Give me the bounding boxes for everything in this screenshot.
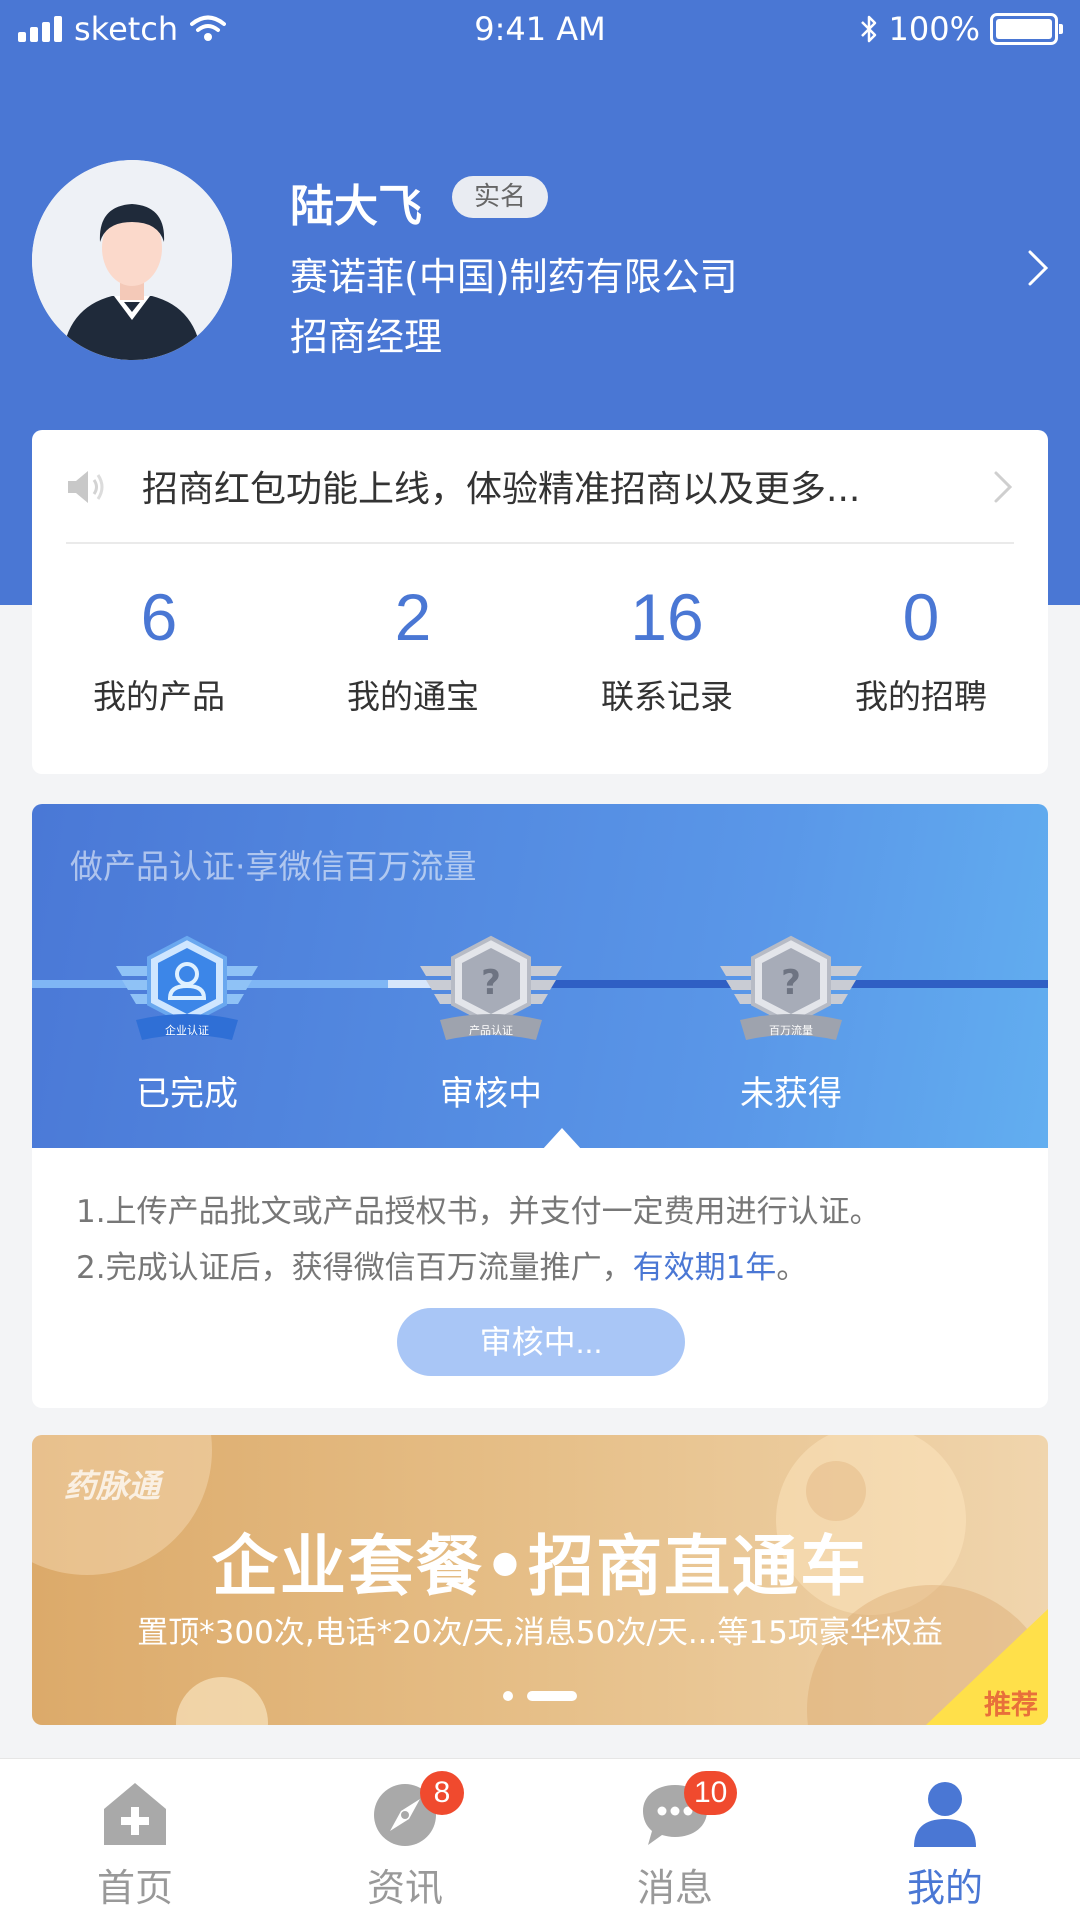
product-certification-badge-icon[interactable]: ? 产品认证 (416, 934, 566, 1054)
profile-job-title: 招商经理 (290, 315, 443, 359)
certification-headline: 做产品认证·享微信百万流量 (70, 847, 477, 886)
bottom-tab-bar: 首页 8 资讯 10 消息 我的 (0, 1758, 1080, 1920)
certification-card: 做产品认证·享微信百万流量 企业认证 已完成 ? 产品认证 审核中 ? 百万流量… (32, 804, 1048, 1408)
validity-highlight: 有效期1年 (632, 1250, 777, 1286)
stat-label: 我的招聘 (855, 677, 987, 716)
tab-label: 我的 (906, 1866, 983, 1910)
tab-messages[interactable]: 10 消息 (540, 1759, 810, 1920)
stat-my-products[interactable]: 6 我的产品 (32, 580, 286, 718)
stat-value: 6 (140, 580, 178, 654)
chevron-right-icon (994, 471, 1013, 503)
under-review-button[interactable]: 审核中... (397, 1308, 685, 1376)
promo-banner[interactable]: 药脉通 企业套餐•招商直通车 置顶*300次,电话*20次/天,消息50次/天.… (32, 1435, 1048, 1725)
chevron-right-icon[interactable] (1016, 246, 1056, 290)
badge-status: 未获得 (740, 1074, 842, 1114)
messages-unread-badge: 10 (684, 1771, 738, 1815)
stat-label: 我的通宝 (347, 677, 479, 716)
stat-my-tongbao[interactable]: 2 我的通宝 (286, 580, 540, 718)
verified-badge: 实名 (452, 176, 549, 218)
badge-status: 已完成 (136, 1074, 238, 1114)
svg-text:?: ? (481, 963, 501, 1003)
battery-icon (990, 13, 1063, 45)
badge-label: 产品认证 (469, 1023, 513, 1037)
badge-status: 审核中 (440, 1074, 542, 1114)
status-bar: sketch 9:41 AM 100% (0, 0, 1080, 60)
stats-row: 6 我的产品 2 我的通宝 16 联系记录 0 我的招聘 (32, 580, 1048, 718)
stat-label: 联系记录 (601, 677, 733, 716)
divider (66, 542, 1014, 544)
decor-circle (806, 1461, 866, 1521)
certification-step-1: 1.上传产品批文或产品授权书，并支付一定费用进行认证。 (76, 1194, 881, 1230)
tab-label: 资讯 (366, 1866, 443, 1910)
certification-progress-panel: 做产品认证·享微信百万流量 企业认证 已完成 ? 产品认证 审核中 ? 百万流量… (32, 804, 1048, 1150)
avatar[interactable] (32, 160, 232, 360)
step-2-text: 2.完成认证后，获得微信百万流量推广， (76, 1250, 633, 1286)
speaker-icon (68, 471, 104, 503)
stat-value: 2 (394, 580, 432, 654)
stat-value: 16 (630, 580, 704, 654)
tab-label: 消息 (636, 1866, 713, 1910)
stat-contact-records[interactable]: 16 联系记录 (540, 580, 794, 718)
tab-label: 首页 (96, 1866, 173, 1910)
carousel-dots (32, 1691, 1048, 1701)
profile-company: 赛诺菲(中国)制药有限公司 (290, 255, 738, 299)
carousel-dot[interactable] (503, 1691, 513, 1701)
avatar-person-icon (32, 160, 232, 360)
news-unread-badge: 8 (420, 1771, 464, 1815)
stat-value: 0 (902, 580, 940, 654)
badge-label: 百万流量 (769, 1023, 813, 1037)
bluetooth-icon (860, 15, 876, 43)
svg-text:?: ? (781, 963, 801, 1003)
certification-step-2: 2.完成认证后，获得微信百万流量推广，有效期1年。 (76, 1242, 807, 1287)
status-right: 100% (859, 10, 1063, 48)
person-icon (914, 1782, 976, 1847)
carousel-dot-active[interactable] (527, 1691, 577, 1701)
recommend-tag-label: 推荐 (984, 1690, 1038, 1721)
notice-text: 招商红包功能上线，体验精准招商以及更多... (142, 469, 861, 510)
tab-mine[interactable]: 我的 (810, 1759, 1080, 1920)
notice-bar[interactable]: 招商红包功能上线，体验精准招商以及更多... (32, 430, 1048, 542)
promo-brand-logo: 药脉通 (64, 1467, 161, 1505)
home-icon (104, 1783, 166, 1845)
promo-title: 企业套餐•招商直通车 (211, 1528, 869, 1605)
tab-home[interactable]: 首页 (0, 1759, 270, 1920)
badge-label: 企业认证 (165, 1023, 209, 1037)
million-traffic-badge-icon[interactable]: ? 百万流量 (716, 934, 866, 1054)
enterprise-certification-badge-icon[interactable]: 企业认证 (112, 934, 262, 1054)
promo-subtitle: 置顶*300次,电话*20次/天,消息50次/天...等15项豪华权益 (137, 1615, 943, 1651)
profile-name: 陆大飞 (290, 181, 422, 232)
selected-indicator (542, 1128, 582, 1150)
stat-my-recruitment[interactable]: 0 我的招聘 (794, 580, 1048, 718)
stat-label: 我的产品 (93, 677, 225, 716)
battery-percent: 100% (888, 10, 980, 48)
decor-circle (176, 1677, 268, 1725)
stats-card: 招商红包功能上线，体验精准招商以及更多... 6 我的产品 2 我的通宝 16 … (32, 430, 1048, 774)
tab-news[interactable]: 8 资讯 (270, 1759, 540, 1920)
step-2-suffix: 。 (776, 1250, 808, 1286)
